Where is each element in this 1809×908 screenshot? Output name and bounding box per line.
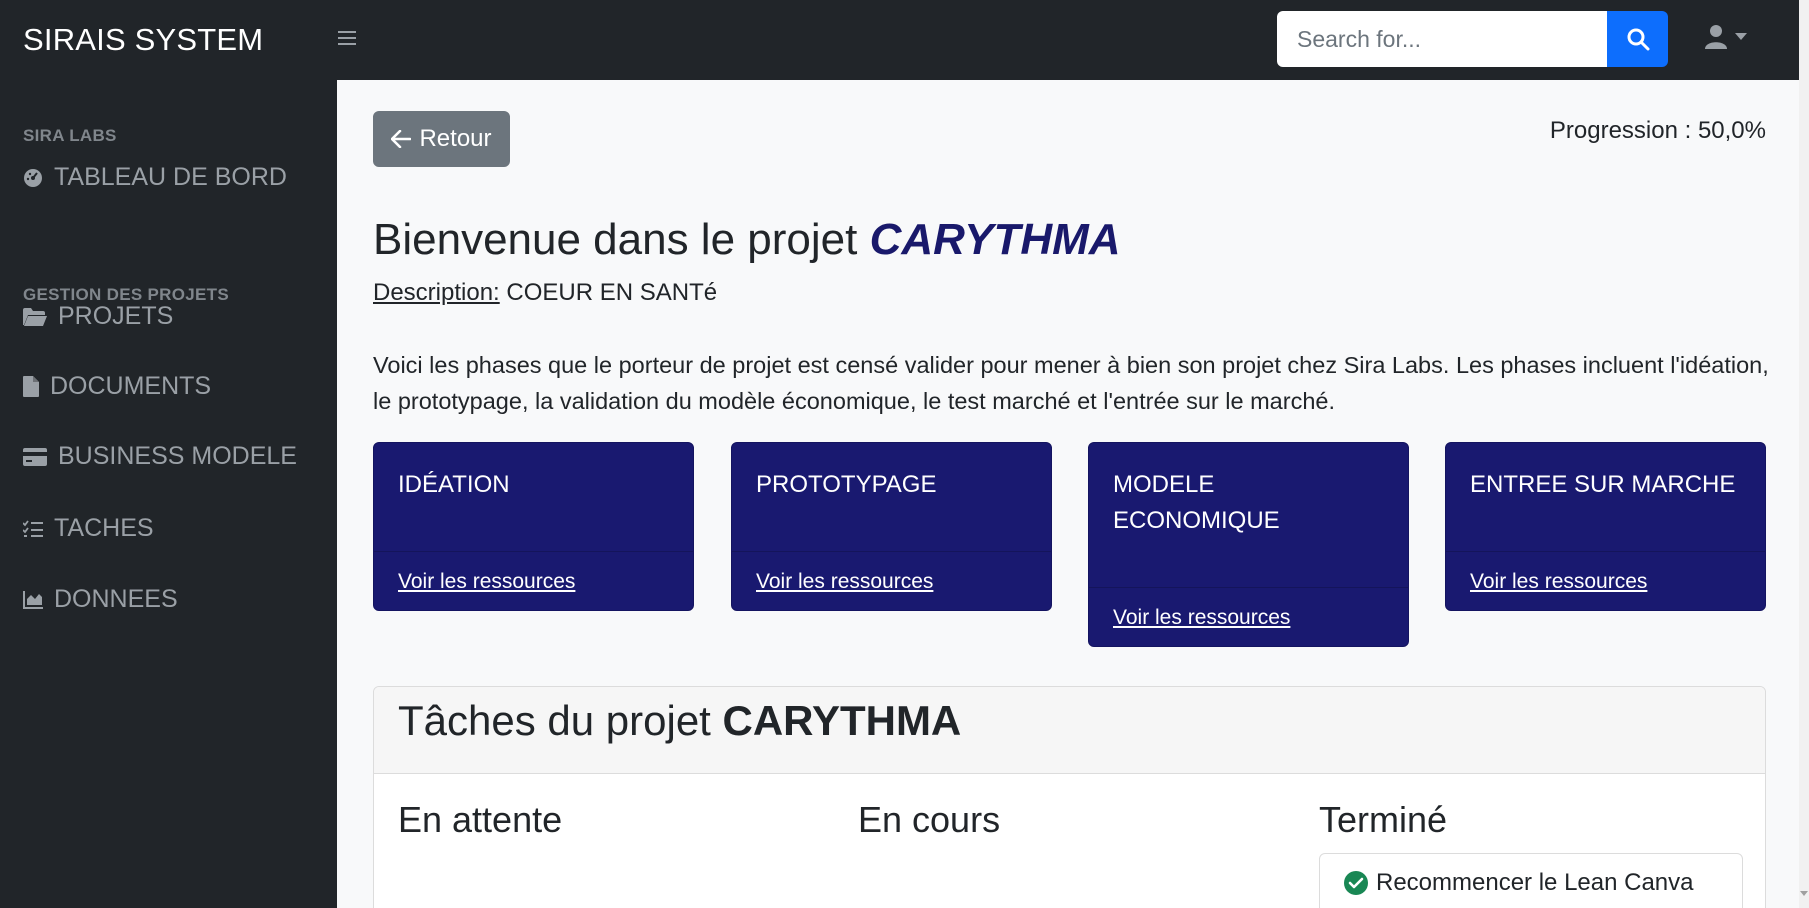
sidebar-item-projets[interactable]: PROJETS — [23, 302, 173, 331]
back-button-label: Retour — [419, 125, 492, 152]
folder-open-icon — [23, 307, 47, 326]
project-name: CARYTHMA — [869, 215, 1121, 264]
description-value: COEUR EN SANTé — [499, 279, 718, 306]
phase-title: PROTOTYPAGE — [756, 471, 937, 498]
user-menu-toggle[interactable] — [1705, 24, 1747, 50]
phase-card-prototypage: PROTOTYPAGE Voir les ressources — [731, 442, 1052, 611]
sidebar-item-label: TABLEAU DE BORD — [54, 163, 287, 191]
caret-down-icon — [1735, 33, 1747, 40]
sidebar-item-label: DOCUMENTS — [50, 372, 212, 400]
scroll-down-arrow-icon[interactable] — [1800, 891, 1808, 896]
sidebar-item-tableau-de-bord[interactable]: TABLEAU DE BORD — [23, 163, 287, 192]
phase-resources-link[interactable]: Voir les ressources — [398, 570, 575, 593]
phases-intro-text: Voici les phases que le porteur de proje… — [373, 352, 1769, 414]
search-group — [1277, 11, 1668, 67]
column-heading-in-progress: En cours — [858, 799, 1001, 840]
back-button[interactable]: Retour — [373, 111, 510, 167]
file-icon — [23, 376, 39, 397]
page-title: Bienvenue dans le projet CARYTHMA — [373, 215, 1121, 265]
description-label: Description: — [373, 279, 500, 306]
task-label: Recommencer le Lean Canva — [1376, 869, 1694, 896]
search-input[interactable] — [1277, 11, 1607, 67]
welcome-prefix: Bienvenue dans le projet — [373, 215, 870, 264]
phase-card-ideation: IDÉATION Voir les ressources — [373, 442, 694, 611]
phase-footer: Voir les ressources — [1089, 587, 1408, 646]
sidebar-item-donnees[interactable]: DONNEES — [23, 585, 178, 614]
phase-title: ENTREE SUR MARCHE — [1470, 471, 1736, 498]
tasks-card: Tâches du projet CARYTHMA En attente En … — [373, 686, 1766, 908]
phase-card-entree-sur-marche: ENTREE SUR MARCHE Voir les ressources — [1445, 442, 1766, 611]
sidebar-item-label: PROJETS — [58, 302, 174, 330]
task-list-icon — [23, 519, 43, 537]
check-circle-icon — [1344, 871, 1368, 895]
search-button[interactable] — [1607, 11, 1668, 67]
brand-title[interactable]: SIRAIS SYSTEM — [23, 22, 338, 58]
sidebar-item-label: DONNEES — [54, 585, 178, 613]
sidebar: SIRA LABS TABLEAU DE BORD GESTION DES PR… — [0, 80, 337, 908]
top-navbar: SIRAIS SYSTEM — [0, 0, 1799, 80]
phase-title: IDÉATION — [398, 471, 510, 498]
tasks-card-header: Tâches du projet CARYTHMA — [374, 687, 1765, 774]
phase-resources-link[interactable]: Voir les ressources — [1113, 606, 1290, 629]
phase-footer: Voir les ressources — [732, 551, 1051, 610]
sidebar-heading-sira-labs: SIRA LABS — [23, 126, 117, 145]
phase-resources-link[interactable]: Voir les ressources — [756, 570, 933, 593]
search-icon — [1627, 28, 1649, 51]
main-content: Retour Progression : 50,0% Bienvenue dan… — [337, 80, 1799, 908]
arrow-left-icon — [391, 130, 412, 148]
credit-card-icon — [23, 447, 47, 466]
tasks-project-name: CARYTHMA — [722, 697, 962, 744]
phase-footer: Voir les ressources — [374, 551, 693, 610]
user-icon — [1705, 25, 1727, 49]
sidebar-item-label: TACHES — [54, 514, 154, 542]
phase-footer: Voir les ressources — [1446, 551, 1765, 610]
phase-card-modele-economique: MODELE ECONOMIQUE Voir les ressources — [1088, 442, 1409, 647]
sidebar-item-business-modele[interactable]: BUSINESS MODELE — [23, 442, 297, 471]
page-scrollbar[interactable] — [1799, 0, 1809, 908]
task-item[interactable]: Recommencer le Lean Canva — [1319, 853, 1743, 908]
progress-text: Progression : 50,0% — [1549, 117, 1766, 144]
column-heading-pending: En attente — [398, 799, 563, 840]
sidebar-item-label: BUSINESS MODELE — [58, 442, 297, 470]
project-description: Description: COEUR EN SANTé — [373, 279, 717, 307]
sidebar-item-taches[interactable]: TACHES — [23, 514, 154, 543]
phase-title: MODELE ECONOMIQUE — [1113, 471, 1280, 534]
sidebar-item-documents[interactable]: DOCUMENTS — [23, 372, 211, 401]
dashboard-icon — [24, 168, 42, 187]
phase-resources-link[interactable]: Voir les ressources — [1470, 570, 1647, 593]
tasks-title-prefix: Tâches du projet — [398, 697, 723, 744]
column-heading-done: Terminé — [1319, 799, 1448, 840]
sidebar-toggle-icon[interactable] — [338, 26, 378, 54]
area-chart-icon — [23, 590, 43, 609]
